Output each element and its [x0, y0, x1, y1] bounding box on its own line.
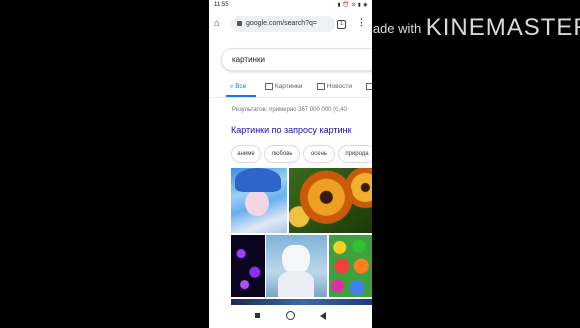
- tab-switcher-button[interactable]: 1: [337, 20, 346, 29]
- lock-icon: [237, 20, 242, 26]
- tab-news[interactable]: Новости: [317, 83, 352, 90]
- chip-autumn[interactable]: осень: [303, 145, 335, 163]
- android-nav-bar: [209, 305, 372, 328]
- phone-screen: 11:55 ▮ ⏰ ⊙ ▮ ◉ ⌂ google.com/search?q= 1…: [209, 0, 372, 328]
- images-heading[interactable]: Картинки по запросу картинк: [231, 125, 352, 135]
- home-icon[interactable]: ⌂: [214, 18, 220, 29]
- address-bar[interactable]: google.com/search?q=: [231, 16, 335, 32]
- image-white-fox[interactable]: [266, 235, 327, 297]
- status-time: 11:55: [214, 2, 229, 8]
- url-text: google.com/search?q=: [246, 20, 318, 27]
- search-icon: ⌕: [230, 84, 234, 90]
- browser-toolbar: ⌂ google.com/search?q= 1 ⋮: [209, 12, 372, 36]
- search-tabs: ⌕ Все Картинки Новости: [209, 79, 372, 97]
- back-icon[interactable]: [320, 312, 326, 320]
- status-bar: 11:55 ▮ ⏰ ⊙ ▮ ◉: [209, 0, 372, 11]
- tab-more[interactable]: [366, 83, 372, 90]
- watermark-prefix: Made with: [362, 20, 422, 36]
- image-anime-girl[interactable]: [231, 168, 287, 233]
- search-input[interactable]: картинки: [221, 48, 372, 71]
- more-tab-icon: [366, 83, 372, 90]
- image-flowers[interactable]: [289, 168, 372, 233]
- news-icon: [317, 83, 325, 90]
- kinemaster-watermark: Made with KINEMASTER: [362, 14, 580, 42]
- chip-nature[interactable]: природа: [338, 145, 372, 163]
- image-icon: [265, 83, 273, 90]
- chip-love[interactable]: любовь: [264, 145, 300, 163]
- chip-anime[interactable]: аниме: [231, 145, 261, 163]
- recents-icon[interactable]: [255, 313, 260, 318]
- image-purple-flowers[interactable]: [231, 235, 265, 297]
- results-count: Результатов: примерно 367 000 000 (0,40: [232, 107, 347, 113]
- tab-images[interactable]: Картинки: [265, 83, 302, 90]
- divider: [209, 97, 372, 98]
- home-button-icon[interactable]: [286, 311, 295, 320]
- tab-all[interactable]: ⌕ Все: [230, 83, 246, 91]
- image-colorful-balls[interactable]: [329, 235, 372, 297]
- watermark-brand: KINEMASTER: [425, 14, 580, 41]
- status-icons: ▮ ⏰ ⊙ ▮ ◉: [337, 2, 368, 8]
